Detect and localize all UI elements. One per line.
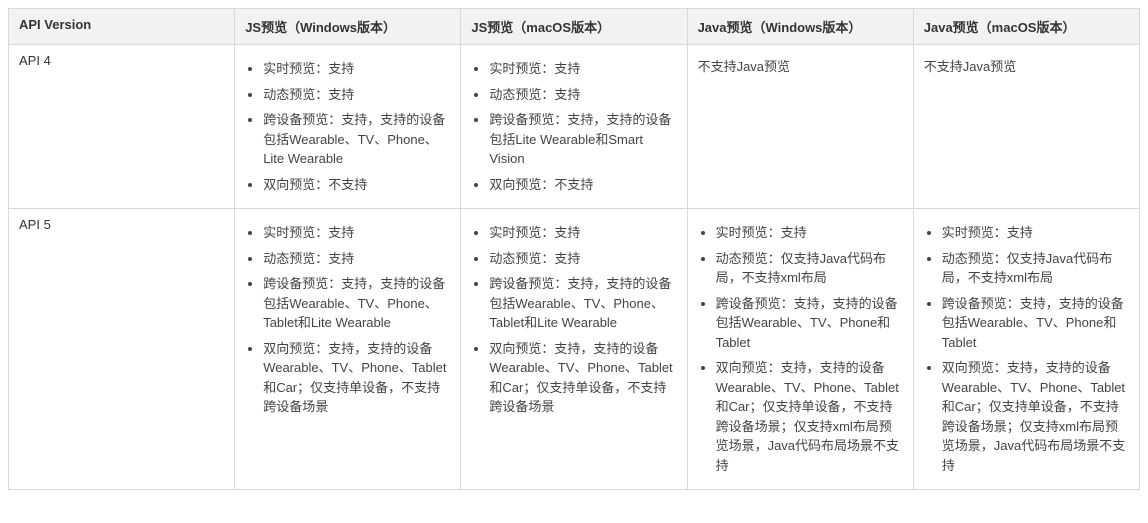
- feature-item: 实时预览：支持: [489, 223, 676, 243]
- feature-item: 跨设备预览：支持，支持的设备包括Wearable、TV、Phone、Tablet…: [489, 274, 676, 333]
- feature-list: 实时预览：支持动态预览：仅支持Java代码布局，不支持xml布局跨设备预览：支持…: [924, 223, 1129, 475]
- col-header-java-mac: Java预览（macOS版本）: [913, 9, 1139, 45]
- feature-item: 跨设备预览：支持，支持的设备包括Lite Wearable和Smart Visi…: [489, 110, 676, 169]
- feature-item: 双向预览：支持，支持的设备Wearable、TV、Phone、Tablet和Ca…: [942, 358, 1129, 475]
- feature-cell: 不支持Java预览: [687, 45, 913, 209]
- feature-item: 实时预览：支持: [263, 223, 450, 243]
- col-header-js-win: JS预览（Windows版本）: [235, 9, 461, 45]
- col-header-api: API Version: [9, 9, 235, 45]
- api-version-cell: API 5: [9, 209, 235, 490]
- feature-item: 双向预览：不支持: [489, 175, 676, 195]
- feature-list: 实时预览：支持动态预览：支持跨设备预览：支持，支持的设备包括Wearable、T…: [471, 223, 676, 417]
- feature-item: 动态预览：仅支持Java代码布局，不支持xml布局: [716, 249, 903, 288]
- col-header-java-win: Java预览（Windows版本）: [687, 9, 913, 45]
- feature-item: 实时预览：支持: [942, 223, 1129, 243]
- table-header-row: API Version JS预览（Windows版本） JS预览（macOS版本…: [9, 9, 1140, 45]
- feature-cell: 实时预览：支持动态预览：仅支持Java代码布局，不支持xml布局跨设备预览：支持…: [687, 209, 913, 490]
- feature-cell: 实时预览：支持动态预览：支持跨设备预览：支持，支持的设备包括Wearable、T…: [235, 45, 461, 209]
- feature-list: 实时预览：支持动态预览：支持跨设备预览：支持，支持的设备包括Wearable、T…: [245, 223, 450, 417]
- feature-item: 动态预览：支持: [263, 249, 450, 269]
- feature-item: 跨设备预览：支持，支持的设备包括Wearable、TV、Phone、Lite W…: [263, 110, 450, 169]
- feature-cell: 实时预览：支持动态预览：支持跨设备预览：支持，支持的设备包括Wearable、T…: [235, 209, 461, 490]
- feature-item: 跨设备预览：支持，支持的设备包括Wearable、TV、Phone和Tablet: [716, 294, 903, 353]
- feature-item: 动态预览：仅支持Java代码布局，不支持xml布局: [942, 249, 1129, 288]
- feature-item: 动态预览：支持: [489, 249, 676, 269]
- feature-item: 实时预览：支持: [716, 223, 903, 243]
- feature-item: 实时预览：支持: [489, 59, 676, 79]
- feature-list: 实时预览：支持动态预览：支持跨设备预览：支持，支持的设备包括Wearable、T…: [245, 59, 450, 194]
- feature-item: 跨设备预览：支持，支持的设备包括Wearable、TV、Phone和Tablet: [942, 294, 1129, 353]
- feature-cell: 实时预览：支持动态预览：仅支持Java代码布局，不支持xml布局跨设备预览：支持…: [913, 209, 1139, 490]
- feature-item: 实时预览：支持: [263, 59, 450, 79]
- api-version-cell: API 4: [9, 45, 235, 209]
- feature-item: 动态预览：支持: [263, 85, 450, 105]
- table-body: API 4实时预览：支持动态预览：支持跨设备预览：支持，支持的设备包括Weara…: [9, 45, 1140, 490]
- col-header-js-mac: JS预览（macOS版本）: [461, 9, 687, 45]
- unsupported-text: 不支持Java预览: [698, 53, 903, 77]
- feature-item: 跨设备预览：支持，支持的设备包括Wearable、TV、Phone、Tablet…: [263, 274, 450, 333]
- feature-cell: 实时预览：支持动态预览：支持跨设备预览：支持，支持的设备包括Lite Weara…: [461, 45, 687, 209]
- feature-item: 双向预览：不支持: [263, 175, 450, 195]
- feature-cell: 不支持Java预览: [913, 45, 1139, 209]
- feature-item: 双向预览：支持，支持的设备Wearable、TV、Phone、Tablet和Ca…: [716, 358, 903, 475]
- feature-support-table: API Version JS预览（Windows版本） JS预览（macOS版本…: [8, 8, 1140, 490]
- feature-item: 双向预览：支持，支持的设备Wearable、TV、Phone、Tablet和Ca…: [263, 339, 450, 417]
- feature-item: 动态预览：支持: [489, 85, 676, 105]
- feature-item: 双向预览：支持，支持的设备Wearable、TV、Phone、Tablet和Ca…: [489, 339, 676, 417]
- feature-cell: 实时预览：支持动态预览：支持跨设备预览：支持，支持的设备包括Wearable、T…: [461, 209, 687, 490]
- table-row: API 4实时预览：支持动态预览：支持跨设备预览：支持，支持的设备包括Weara…: [9, 45, 1140, 209]
- feature-list: 实时预览：支持动态预览：仅支持Java代码布局，不支持xml布局跨设备预览：支持…: [698, 223, 903, 475]
- feature-list: 实时预览：支持动态预览：支持跨设备预览：支持，支持的设备包括Lite Weara…: [471, 59, 676, 194]
- table-row: API 5实时预览：支持动态预览：支持跨设备预览：支持，支持的设备包括Weara…: [9, 209, 1140, 490]
- unsupported-text: 不支持Java预览: [924, 53, 1129, 77]
